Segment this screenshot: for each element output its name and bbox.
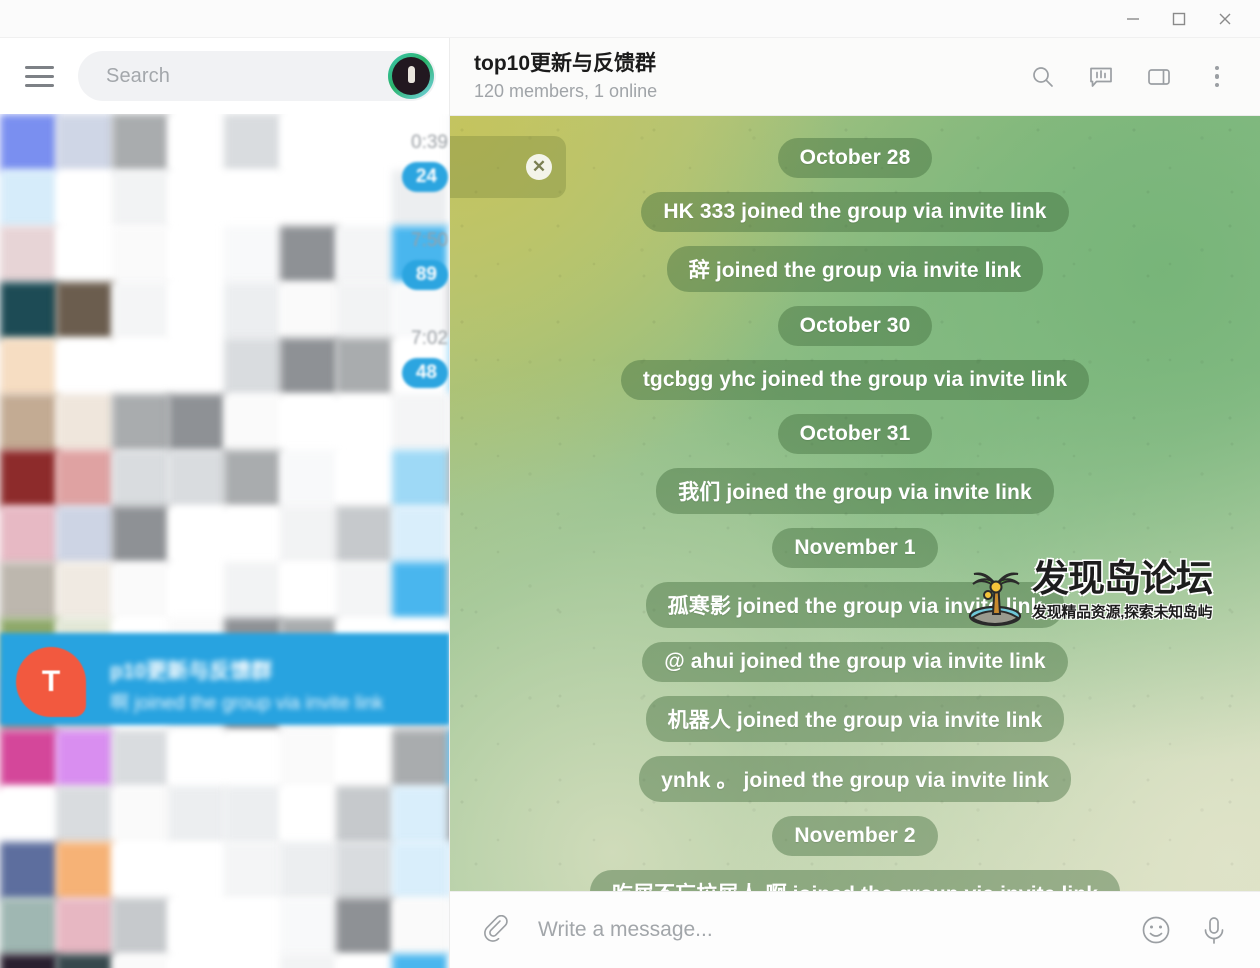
poll-icon[interactable]	[1076, 52, 1126, 102]
timestamp: 0:39	[402, 132, 448, 154]
message-composer: Write a message...	[450, 891, 1260, 968]
chat-list-sidebar: Search T p10更新与反馈群 啊 joined the group vi…	[0, 38, 450, 968]
sidebar-header: Search	[0, 38, 450, 114]
list-item-meta: 7:02 48	[402, 328, 448, 388]
maximize-button[interactable]	[1156, 0, 1202, 38]
search-icon[interactable]	[1018, 52, 1068, 102]
list-item-meta: 0:39 24	[402, 132, 448, 192]
window-titlebar	[0, 0, 1260, 38]
search-input[interactable]: Search	[78, 51, 436, 101]
hamburger-menu-icon[interactable]	[18, 55, 60, 97]
app-body: Search T p10更新与反馈群 啊 joined the group vi…	[0, 38, 1260, 968]
chat-preview: 啊 joined the group via invite link	[110, 688, 440, 715]
chat-pane: top10更新与反馈群 120 members, 1 online ✕ Octo…	[450, 38, 1260, 968]
composer-actions	[1132, 906, 1238, 954]
message-input[interactable]: Write a message...	[538, 918, 1132, 942]
date-separator: October 31	[778, 414, 933, 454]
chat-header: top10更新与反馈群 120 members, 1 online	[450, 38, 1260, 116]
message-list: October 28 HK 333 joined the group via in…	[450, 116, 1260, 891]
service-message: ynhk 。 joined the group via invite link	[639, 756, 1071, 802]
chat-header-actions	[1018, 52, 1242, 102]
promo-banner-text: ates	[450, 156, 526, 179]
service-message: HK 333 joined the group via invite link	[641, 192, 1068, 232]
avatar[interactable]	[388, 53, 434, 99]
date-separator: October 28	[778, 138, 933, 178]
service-message: 吃屎不忘拉屎人 啊 joined the group via invite li…	[590, 870, 1120, 891]
unread-badge: 89	[402, 260, 448, 290]
list-item[interactable]: T p10更新与反馈群 啊 joined the group via invit…	[0, 633, 450, 725]
chat-subtitle: 120 members, 1 online	[474, 81, 1018, 102]
sidebar-toggle-icon[interactable]	[1134, 52, 1184, 102]
close-icon[interactable]: ✕	[526, 154, 552, 180]
chat-header-info[interactable]: top10更新与反馈群 120 members, 1 online	[474, 51, 1018, 101]
promo-banner[interactable]: ates ✕	[450, 136, 566, 198]
timestamp: 7:02	[402, 328, 448, 350]
service-message: @ ahui joined the group via invite link	[642, 642, 1067, 682]
avatar-image	[392, 57, 430, 95]
censored-chat-rows	[0, 114, 450, 968]
chat-list[interactable]: T p10更新与反馈群 啊 joined the group via invit…	[0, 114, 450, 968]
unread-badge: 48	[402, 358, 448, 388]
minimize-button[interactable]	[1110, 0, 1156, 38]
service-message: 机器人 joined the group via invite link	[646, 696, 1065, 742]
close-button[interactable]	[1202, 0, 1248, 38]
microphone-icon[interactable]	[1190, 906, 1238, 954]
emoji-icon[interactable]	[1132, 906, 1180, 954]
list-item-meta: 7:50 89	[402, 230, 448, 290]
unread-badge: 24	[402, 162, 448, 192]
date-separator: October 30	[778, 306, 933, 346]
service-message: 辞 joined the group via invite link	[667, 246, 1043, 292]
more-options-icon[interactable]	[1192, 52, 1242, 102]
timestamp: 7:50	[402, 230, 448, 252]
search-placeholder: Search	[106, 65, 170, 88]
paperclip-icon[interactable]	[472, 906, 520, 954]
telegram-window: Search T p10更新与反馈群 啊 joined the group vi…	[0, 0, 1260, 968]
service-message: 我们 joined the group via invite link	[656, 468, 1054, 514]
chat-title: p10更新与反馈群	[110, 655, 440, 685]
avatar: T	[16, 647, 86, 717]
message-canvas: ates ✕ October 28 HK 333 joined the group…	[450, 116, 1260, 891]
date-separator: November 2	[772, 816, 937, 856]
page-title: top10更新与反馈群	[474, 51, 1018, 77]
service-message: tgcbgg yhc joined the group via invite l…	[621, 360, 1089, 400]
date-separator: November 1	[772, 528, 937, 568]
service-message: 孤寒影 joined the group via invite link	[646, 582, 1065, 628]
